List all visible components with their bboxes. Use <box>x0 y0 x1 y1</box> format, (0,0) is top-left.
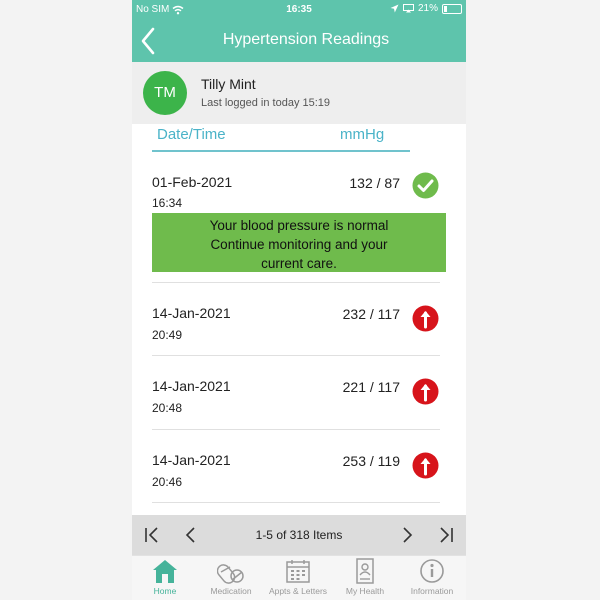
next-page-icon[interactable] <box>396 524 418 546</box>
reading-date: 01-Feb-2021 <box>152 174 233 190</box>
last-login-text: Last logged in today 15:19 <box>201 97 331 109</box>
advice-line-2: Continue monitoring and your <box>210 237 388 252</box>
arrow-up-icon <box>412 378 439 405</box>
page-title: Hypertension Readings <box>222 31 390 48</box>
row-divider <box>152 429 440 430</box>
reading-time: 20:49 <box>152 328 183 342</box>
info-icon <box>420 559 444 583</box>
user-header: TM Tilly Mint Last logged in today 15:19 <box>132 62 466 124</box>
row-divider <box>152 355 440 356</box>
row-divider <box>152 502 440 503</box>
reading-time: 20:46 <box>152 475 183 489</box>
reading-value: 253 / 119 <box>342 453 400 469</box>
avatar: TM <box>143 71 187 115</box>
reading-date: 14-Jan-2021 <box>152 378 231 394</box>
user-name: Tilly Mint <box>201 76 256 92</box>
reading-value: 232 / 117 <box>342 306 400 322</box>
status-bar: No SIM 16:35 21% <box>132 0 466 20</box>
tab-home[interactable]: Home <box>132 558 198 596</box>
pagination-bar: 1-5 of 318 Items <box>132 515 466 555</box>
reading-time: 20:48 <box>152 401 183 415</box>
tab-information[interactable]: Information <box>399 558 465 596</box>
blood-pressure-advice-banner: Your blood pressure is normal Continue m… <box>152 213 446 272</box>
nav-bar: Hypertension Readings <box>132 20 466 62</box>
reading-value: 132 / 87 <box>349 175 400 191</box>
last-page-icon[interactable] <box>434 524 456 546</box>
pills-icon <box>217 564 244 584</box>
tab-my-health[interactable]: My Health <box>332 558 398 596</box>
check-icon <box>412 172 439 199</box>
status-right: 21% <box>390 3 462 14</box>
location-arrow-icon <box>390 4 399 13</box>
advice-line-1: Your blood pressure is normal <box>209 218 389 233</box>
header-underline <box>152 150 410 152</box>
advice-line-3: current care. <box>261 256 337 271</box>
screen-mirroring-icon <box>402 4 414 13</box>
battery-percent: 21% <box>417 3 438 14</box>
app-screen: No SIM 16:35 21% Hypertension Readings T… <box>132 0 466 600</box>
reading-date: 14-Jan-2021 <box>152 305 231 321</box>
tab-label: Information <box>410 586 454 596</box>
calendar-icon <box>286 560 310 583</box>
column-header-mmhg: mmHg <box>340 126 385 143</box>
battery-icon <box>442 3 462 14</box>
tab-label: Medication <box>210 586 252 596</box>
tab-label: Home <box>153 586 177 596</box>
tab-medication[interactable]: Medication <box>198 558 264 596</box>
tab-appts-letters[interactable]: Appts & Letters <box>265 558 331 596</box>
home-icon <box>153 560 177 583</box>
battery-fill <box>444 5 447 12</box>
column-header-date-time: Date/Time <box>157 126 226 143</box>
tab-bar: Home Medication Appts & Letters My Healt… <box>132 555 466 600</box>
reading-time: 16:34 <box>152 196 183 210</box>
arrow-up-icon <box>412 305 439 332</box>
row-divider <box>152 282 440 283</box>
reading-value: 221 / 117 <box>342 379 400 395</box>
reading-date: 14-Jan-2021 <box>152 452 231 468</box>
health-record-icon <box>356 558 374 584</box>
arrow-up-icon <box>412 452 439 479</box>
tab-label: My Health <box>345 586 385 596</box>
tab-label: Appts & Letters <box>268 586 328 596</box>
